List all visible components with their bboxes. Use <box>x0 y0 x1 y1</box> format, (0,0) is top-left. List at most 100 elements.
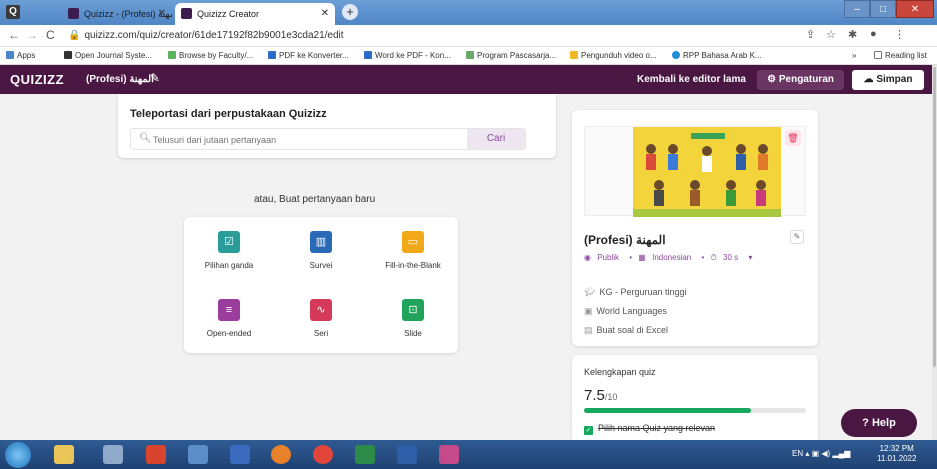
excel-icon[interactable] <box>355 445 375 464</box>
type-pilihan-ganda[interactable]: ☑ Pilihan ganda <box>184 231 274 270</box>
bookmark-rpp[interactable]: RPP Bahasa Arab K... <box>672 51 762 60</box>
delete-image-button[interactable]: 🗑︎ <box>785 130 801 146</box>
edit-details-button[interactable]: ✎ <box>790 230 804 244</box>
word-icon[interactable] <box>397 445 417 464</box>
reading-list-icon <box>874 51 882 59</box>
teleport-title: Teleportasi dari perpustakaan Quizizz <box>130 108 327 120</box>
paint-icon[interactable] <box>439 445 459 464</box>
grade-info[interactable]: 🎓︎ KG - Perguruan tinggi <box>584 287 686 298</box>
type-slide[interactable]: ⊡ Slide <box>368 299 458 338</box>
more-bookmarks-icon[interactable]: » <box>852 51 856 60</box>
bookmark-program[interactable]: Program Pascasarja... <box>466 51 556 60</box>
url-text: quizizz.com/quiz/creator/61de17192f82b90… <box>84 30 344 41</box>
question-type-grid: ☑ Pilihan ganda ▥ Survei ▭ Fill-in-the-B… <box>184 217 458 353</box>
apps-icon <box>6 51 14 59</box>
subject-info[interactable]: ▣ World Languages <box>584 306 667 317</box>
back-arrow-icon[interactable]: ← <box>8 28 20 42</box>
save-button[interactable]: ☁ Simpan <box>852 70 924 90</box>
presentation-icon: ⊡ <box>402 299 424 321</box>
type-survei[interactable]: ▥ Survei <box>276 231 366 270</box>
forward-arrow-icon[interactable]: → <box>26 28 38 42</box>
menu-dots-icon[interactable]: ⋮ <box>894 28 905 41</box>
bookmark-faculty[interactable]: Browse by Faculty/... <box>168 51 253 60</box>
reload-icon[interactable]: C <box>46 28 55 42</box>
system-tray: EN ▴ ▣ ◀) ▂▄▆ <box>792 449 850 458</box>
chevron-down-icon[interactable]: ▾ <box>748 253 752 262</box>
lock-icon: 🔒 <box>68 30 81 41</box>
star-icon[interactable]: ☆ <box>826 28 836 41</box>
signal-icon[interactable]: ▂▄▆ <box>832 449 850 458</box>
reading-list[interactable]: Reading list <box>874 51 927 60</box>
pencil-icon[interactable]: ✎ <box>150 71 160 85</box>
media-icon[interactable] <box>230 445 250 464</box>
taskbar-clock[interactable]: 12:32 PM 11.01.2022 <box>877 444 916 464</box>
search-button[interactable]: Cari <box>467 129 525 149</box>
search-input[interactable] <box>153 132 473 147</box>
language-dropdown[interactable]: ▦ Indonesian <box>638 253 695 262</box>
bookmark-ojs[interactable]: Open Journal Syste... <box>64 51 152 60</box>
help-button[interactable]: ? Help <box>841 409 917 437</box>
download-icon <box>570 51 578 59</box>
word-icon <box>364 51 372 59</box>
tool-icon[interactable] <box>103 445 123 464</box>
share-icon[interactable]: ⇪ <box>806 28 815 41</box>
bookmark-video[interactable]: Pengunduh video o... <box>570 51 657 60</box>
back-to-old-editor-link[interactable]: Kembali ke editor lama <box>637 74 746 85</box>
cloud-icon: ☁ <box>863 74 874 85</box>
page-scrollbar[interactable] <box>932 65 937 440</box>
quizizz-header: QUIZIZZ (Profesi) المهنة ✎ Kembali ke ed… <box>0 65 932 94</box>
bookmark-word[interactable]: Word ke PDF - Kon... <box>364 51 451 60</box>
type-seri[interactable]: ∿ Seri <box>276 299 366 338</box>
bookmark-pdf[interactable]: PDF ke Konverter... <box>268 51 349 60</box>
profile-icon[interactable]: ● <box>870 28 877 40</box>
type-fill-in-the-blank[interactable]: ▭ Fill-in-the-Blank <box>368 231 458 270</box>
separator: • <box>701 253 705 262</box>
new-tab-button[interactable]: + <box>342 4 358 20</box>
quiz-title[interactable]: (Profesi) المهنة <box>86 74 154 85</box>
close-window-button[interactable]: ✕ <box>896 0 934 18</box>
extension-icon[interactable]: ✱ <box>848 28 857 41</box>
checkmark-icon: ✓ <box>584 426 593 435</box>
visibility-dropdown[interactable]: ◉ Publik <box>584 253 623 262</box>
tray-arrow-icon[interactable]: ▴ <box>805 449 809 458</box>
completeness-score: 7.5/10 <box>584 387 618 404</box>
tab-quizizz-creator[interactable]: Quizizz Creator ✕ <box>175 3 335 25</box>
settings-button[interactable]: ⚙ Pengaturan <box>757 70 844 90</box>
volume-icon[interactable]: ◀) <box>821 449 830 458</box>
quizizz-favicon-icon <box>68 8 79 19</box>
question-circle-icon: ? <box>862 417 869 429</box>
bookmark-apps[interactable]: Apps <box>6 51 35 60</box>
language-indicator[interactable]: EN <box>792 449 803 458</box>
start-button[interactable] <box>5 442 31 468</box>
browse-icon <box>168 51 176 59</box>
scanner-icon[interactable] <box>188 445 208 464</box>
scrollbar-thumb[interactable] <box>933 67 936 367</box>
completeness-title: Kelengkapan quiz <box>584 367 656 377</box>
file-explorer-icon[interactable] <box>54 445 74 464</box>
program-icon <box>466 51 474 59</box>
graduation-cap-icon: 🎓︎ <box>584 287 596 297</box>
url-field[interactable]: 🔒 quizizz.com/quiz/creator/61de17192f82b9… <box>68 28 344 44</box>
tab-profesi[interactable]: Quizizz - (Profesi) المهنة ✕ <box>62 3 172 25</box>
wave-icon: ∿ <box>310 299 332 321</box>
firefox-icon[interactable] <box>271 445 291 464</box>
quizizz-logo[interactable]: QUIZIZZ <box>10 72 64 87</box>
app-menu-icon[interactable]: Q <box>6 5 20 19</box>
time-dropdown[interactable]: ⏱ 30 s <box>711 253 743 262</box>
chrome-icon[interactable] <box>313 445 333 464</box>
minimize-button[interactable]: – <box>844 0 870 18</box>
completeness-checklist-item[interactable]: ✓ Pilih nama Quiz yang relevan <box>584 423 715 435</box>
pencil-icon: ✎ <box>793 232 801 241</box>
tab-label: Quizizz Creator <box>197 9 260 19</box>
network-icon[interactable]: ▣ <box>812 449 820 458</box>
close-icon[interactable]: ✕ <box>158 3 166 25</box>
rpp-icon <box>672 51 680 59</box>
address-bar: ← → C 🔒 quizizz.com/quiz/creator/61de1719… <box>0 25 937 47</box>
office-icon[interactable] <box>146 445 166 464</box>
close-icon[interactable]: ✕ <box>321 3 329 25</box>
excel-link[interactable]: ▤ Buat soal di Excel <box>584 325 668 336</box>
type-open-ended[interactable]: ≡ Open-ended <box>184 299 274 338</box>
windows-taskbar: EN ▴ ▣ ◀) ▂▄▆ 12:32 PM 11.01.2022 <box>0 440 937 469</box>
quiz-cover-frame[interactable] <box>584 126 806 217</box>
maximize-button[interactable]: □ <box>870 0 896 18</box>
